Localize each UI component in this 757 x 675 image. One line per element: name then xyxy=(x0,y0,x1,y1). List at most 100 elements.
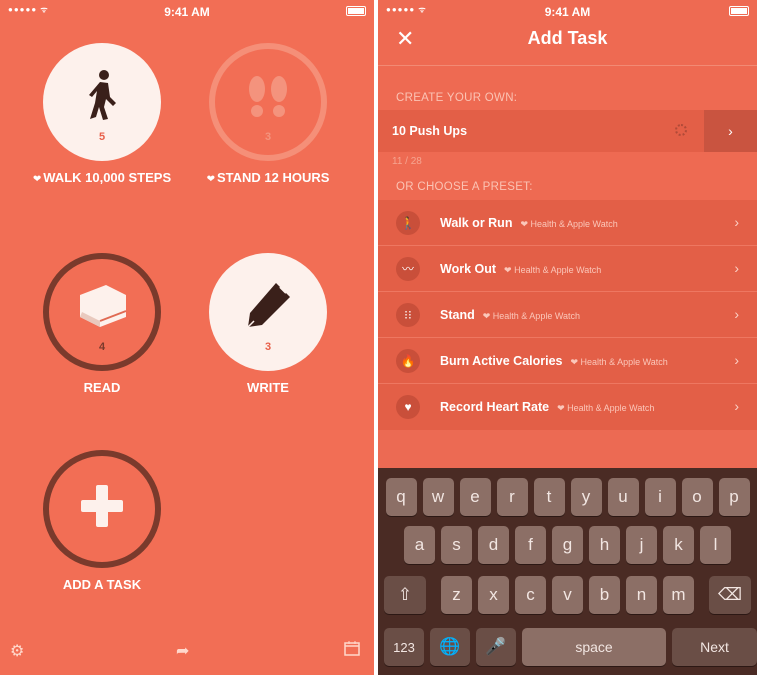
flame-icon: 🔥 xyxy=(396,349,420,373)
keyboard-row-1: q w e r t y u i o p xyxy=(378,478,757,516)
preset-record-heart-rate[interactable]: ♥ Record Heart Rate ❤ Health & Apple Watc… xyxy=(378,384,757,430)
space-key[interactable]: space xyxy=(522,628,666,666)
preset-work-out[interactable]: 〰 Work Out ❤ Health & Apple Watch › xyxy=(378,246,757,292)
plus-icon xyxy=(49,480,155,532)
preset-source: ❤ Health & Apple Watch xyxy=(557,403,655,413)
key[interactable]: n xyxy=(626,576,657,614)
preset-stand[interactable]: ⁝⁝ Stand ❤ Health & Apple Watch › xyxy=(378,292,757,338)
microphone-icon[interactable]: 🎤 xyxy=(476,628,516,666)
key[interactable]: y xyxy=(570,478,602,516)
key[interactable]: d xyxy=(478,526,509,564)
task-label: READ xyxy=(83,380,121,395)
key[interactable]: k xyxy=(663,526,694,564)
keyboard-row-4: 123 🌐 🎤 space Next xyxy=(378,628,757,666)
shift-key[interactable]: ⇧ xyxy=(384,576,426,614)
task-write[interactable]: 3 WRITE xyxy=(193,253,343,396)
nav-bar: ✕ Add Task xyxy=(378,22,757,58)
key[interactable]: x xyxy=(478,576,509,614)
backspace-key[interactable]: ⌫ xyxy=(709,576,751,614)
key[interactable]: i xyxy=(644,478,676,516)
task-label: WRITE xyxy=(247,380,289,395)
status-time: 9:41 AM xyxy=(544,5,591,19)
key[interactable]: a xyxy=(404,526,435,564)
task-label: ❤ WALK 10,000 STEPS xyxy=(32,170,172,185)
key[interactable]: m xyxy=(663,576,694,614)
preset-source: ❤ Health & Apple Watch xyxy=(520,219,618,229)
task-circle[interactable]: 3 xyxy=(209,43,327,161)
preset-source: ❤ Health & Apple Watch xyxy=(504,265,602,275)
home-screen: ●●●●● ᯤ 9:41 AM 5 ❤ WALK 10,000 STEPS 3 … xyxy=(0,0,374,675)
settings-icon[interactable]: ⚙ xyxy=(10,641,24,661)
key[interactable]: b xyxy=(589,576,620,614)
key[interactable]: u xyxy=(607,478,639,516)
add-task-button[interactable]: ADD A TASK xyxy=(27,450,177,593)
preset-list: 🚶 Walk or Run ❤ Health & Apple Watch › 〰 … xyxy=(378,200,757,430)
chevron-right-icon: › xyxy=(734,352,739,368)
create-header: CREATE YOUR OWN: xyxy=(396,92,518,104)
task-read[interactable]: 4 READ xyxy=(27,253,177,396)
key[interactable]: r xyxy=(496,478,528,516)
walking-person-icon: 🚶 xyxy=(396,211,420,235)
page-title: Add Task xyxy=(527,28,608,48)
task-count: 3 xyxy=(264,131,272,143)
add-task-screen: ●●●●● ᯤ 9:41 AM ✕ Add Task CREATE YOUR O… xyxy=(378,0,757,675)
custom-task-input[interactable]: 10 Push Ups xyxy=(392,124,467,138)
footprints-icon: ⁝⁝ xyxy=(396,303,420,327)
battery-icon xyxy=(729,6,749,16)
key[interactable]: q xyxy=(385,478,417,516)
book-icon xyxy=(49,279,155,331)
share-icon[interactable]: ➦ xyxy=(176,641,189,661)
task-circle[interactable]: 5 xyxy=(43,43,161,161)
chevron-right-icon: › xyxy=(734,398,739,414)
key[interactable]: p xyxy=(718,478,750,516)
loading-icon xyxy=(675,124,687,136)
globe-icon[interactable]: 🌐 xyxy=(430,628,470,666)
next-key[interactable]: Next xyxy=(672,628,757,666)
char-count: 11 / 28 xyxy=(392,156,422,167)
task-stand[interactable]: 3 ❤ STAND 12 HOURS xyxy=(193,43,343,188)
task-count: 3 xyxy=(264,341,272,353)
key[interactable]: e xyxy=(459,478,491,516)
task-circle[interactable]: 4 xyxy=(43,253,161,371)
keyboard: q w e r t y u i o p a s d f g h j k l ⇧ … xyxy=(378,468,757,675)
preset-source: ❤ Health & Apple Watch xyxy=(482,311,580,321)
battery-icon xyxy=(346,6,366,16)
task-circle[interactable]: 3 xyxy=(209,253,327,371)
preset-burn-active-calories[interactable]: 🔥 Burn Active Calories ❤ Health & Apple W… xyxy=(378,338,757,384)
key[interactable]: h xyxy=(589,526,620,564)
key[interactable]: s xyxy=(441,526,472,564)
key[interactable]: z xyxy=(441,576,472,614)
keyboard-row-3: ⇧ z x c v b n m ⌫ xyxy=(378,576,757,614)
key[interactable]: f xyxy=(515,526,546,564)
preset-header: OR CHOOSE A PRESET: xyxy=(396,181,533,193)
numbers-key[interactable]: 123 xyxy=(384,628,424,666)
custom-task-field[interactable]: 10 Push Ups › xyxy=(378,110,757,152)
chevron-right-icon: › xyxy=(734,214,739,230)
preset-walk-or-run[interactable]: 🚶 Walk or Run ❤ Health & Apple Watch › xyxy=(378,200,757,246)
key[interactable]: t xyxy=(533,478,565,516)
keyboard-row-2: a s d f g h j k l xyxy=(378,526,757,564)
pen-icon xyxy=(209,279,327,331)
status-bar: ●●●●● ᯤ 9:41 AM xyxy=(378,0,757,22)
key[interactable]: v xyxy=(552,576,583,614)
status-time: 9:41 AM xyxy=(164,5,210,19)
heart-icon: ❤ xyxy=(32,174,42,185)
submit-custom-button[interactable]: › xyxy=(704,110,757,152)
key[interactable]: g xyxy=(552,526,583,564)
workout-icon: 〰 xyxy=(396,257,420,281)
key[interactable]: o xyxy=(681,478,713,516)
divider xyxy=(378,65,757,66)
preset-source: ❤ Health & Apple Watch xyxy=(570,357,668,367)
key[interactable]: j xyxy=(626,526,657,564)
list-footer xyxy=(378,430,757,470)
status-bar: ●●●●● ᯤ 9:41 AM xyxy=(0,0,374,22)
task-count: 4 xyxy=(98,341,106,353)
task-label: ❤ STAND 12 HOURS xyxy=(206,170,330,185)
calendar-icon[interactable] xyxy=(344,640,360,661)
key[interactable]: l xyxy=(700,526,731,564)
footprints-icon xyxy=(215,69,321,121)
task-circle[interactable] xyxy=(43,450,161,568)
task-walk[interactable]: 5 ❤ WALK 10,000 STEPS xyxy=(27,43,177,188)
key[interactable]: c xyxy=(515,576,546,614)
key[interactable]: w xyxy=(422,478,454,516)
